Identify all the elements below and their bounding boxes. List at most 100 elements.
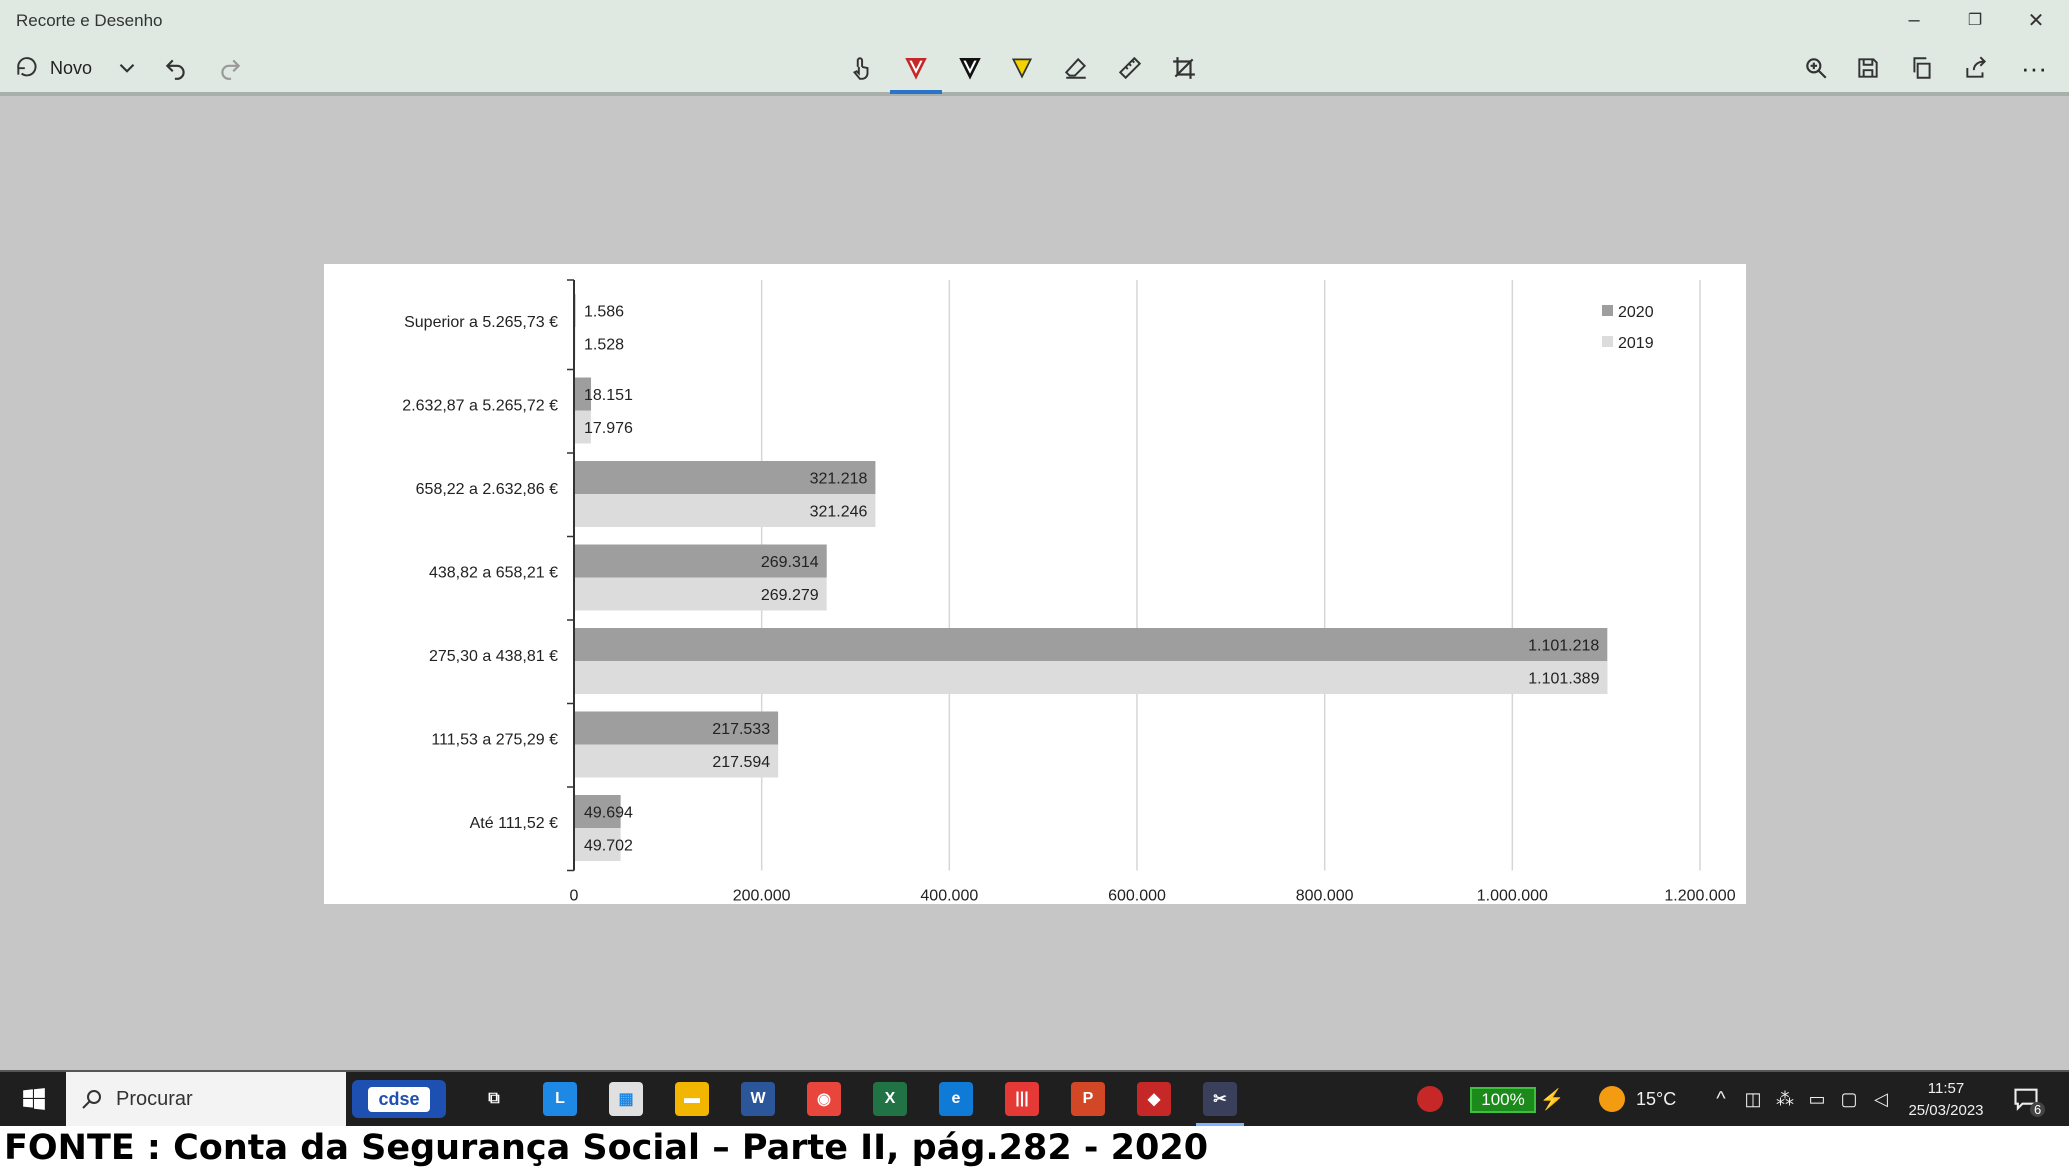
new-button[interactable]: Novo (14, 40, 104, 96)
bar-value-label-2019: 321.246 (810, 504, 868, 521)
chevron-down-icon[interactable] (112, 40, 142, 96)
ruler-icon[interactable] (1110, 40, 1150, 96)
legend-label-2019: 2019 (1618, 335, 1654, 352)
edge-taskbar-button[interactable]: e (928, 1072, 984, 1126)
bar-value-label-2020: 18.151 (584, 387, 633, 404)
category-label: 275,30 a 438,81 € (429, 648, 558, 665)
network-nodes-icon[interactable]: ⁂ (1770, 1072, 1800, 1126)
task-view-icon: ⧉ (477, 1082, 511, 1116)
edge-icon: e (939, 1082, 973, 1116)
source-caption: FONTE : Conta da Segurança Social – Part… (4, 1128, 1209, 1168)
l-app-taskbar-button[interactable]: L (532, 1072, 588, 1126)
meet-icon[interactable]: ◫ (1738, 1072, 1768, 1126)
powerpoint-icon: P (1071, 1082, 1105, 1116)
category-label: 2.632,87 a 5.265,72 € (402, 398, 558, 415)
snip-sketch-icon: ✂ (1203, 1082, 1237, 1116)
captured-image: 0 200.000 400.000 600.000 800.000 1.000.000 1.… (324, 264, 1746, 904)
windows-icon (23, 1088, 45, 1110)
category-label: 111,53 a 275,29 € (431, 732, 558, 749)
clock-time[interactable]: 11:57 (1896, 1080, 1996, 1097)
save-icon[interactable] (1848, 40, 1888, 96)
pencil-icon[interactable] (950, 40, 990, 96)
notifications-icon[interactable]: 6 (2004, 1072, 2048, 1126)
category-label: Superior a 5.265,73 € (404, 314, 558, 331)
red-tray-app-icon[interactable] (1410, 1072, 1450, 1126)
file-explorer-icon: ▬ (675, 1082, 709, 1116)
weather-sun-icon[interactable] (1592, 1072, 1632, 1126)
title-bar: Recorte e Desenho – ❐ ✕ (0, 0, 2069, 40)
task-view-taskbar-button[interactable]: ⧉ (466, 1072, 522, 1126)
powerpoint-taskbar-button[interactable]: P (1060, 1072, 1116, 1126)
excel-taskbar-button[interactable]: X (862, 1072, 918, 1126)
x-tick-label: 800.000 (1296, 888, 1354, 905)
store-taskbar-button[interactable]: ▦ (598, 1072, 654, 1126)
more-options-icon[interactable]: ··· (2012, 40, 2056, 96)
undo-icon[interactable] (158, 40, 194, 96)
taskbar: Procurar cdse ⧉ L ▦ ▬ W ◉ Xe ||| P ◆ ✂ 100% ⚡ 15°C… (0, 1070, 2069, 1126)
word-icon: W (741, 1082, 775, 1116)
new-button-label: Novo (50, 57, 93, 78)
speaker-icon[interactable]: ◁ (1866, 1072, 1896, 1126)
category-label: 658,22 a 2.632,86 € (416, 481, 558, 498)
bar-value-label-2019: 1.528 (584, 337, 624, 354)
copy-icon[interactable] (1902, 40, 1942, 96)
bar-value-label-2019: 49.702 (584, 838, 633, 855)
red-cube-app-taskbar-button[interactable]: ◆ (1126, 1072, 1182, 1126)
x-tick-label: 1.200.000 (1664, 888, 1735, 905)
new-snip-icon (14, 53, 40, 84)
bar-value-label-2019: 217.594 (712, 754, 770, 771)
redo-icon[interactable] (212, 40, 248, 96)
store-icon: ▦ (609, 1082, 643, 1116)
red-app-taskbar-button[interactable]: ||| (994, 1072, 1050, 1126)
bar-value-label-2020: 49.694 (584, 805, 633, 822)
minimize-button[interactable]: – (1884, 0, 1944, 40)
category-label: 438,82 a 658,21 € (429, 565, 558, 582)
excel-icon: X (873, 1082, 907, 1116)
taskbar-search[interactable]: Procurar (66, 1072, 346, 1126)
legend-label-2020: 2020 (1618, 304, 1654, 321)
chrome-taskbar-button[interactable]: ◉ (796, 1072, 852, 1126)
cdse-badge[interactable]: cdse (352, 1080, 446, 1118)
chevron-up-icon[interactable]: ^ (1706, 1072, 1736, 1126)
file-explorer-taskbar-button[interactable]: ▬ (664, 1072, 720, 1126)
ballpoint-pen-icon[interactable] (896, 40, 936, 96)
highlighter-icon[interactable] (1002, 40, 1042, 96)
eraser-icon[interactable] (1056, 40, 1096, 96)
battery-indicator[interactable]: 100% (1470, 1087, 1536, 1113)
clock-date[interactable]: 25/03/2023 (1896, 1102, 1996, 1119)
cdse-label: cdse (368, 1086, 430, 1112)
crop-icon[interactable] (1164, 40, 1204, 96)
category-label: Até 111,52 € (470, 815, 558, 832)
display-icon[interactable]: ▢ (1834, 1072, 1864, 1126)
temperature[interactable]: 15°C (1636, 1089, 1676, 1110)
red-app-icon: ||| (1005, 1082, 1039, 1116)
toolbar: Novo ··· (0, 40, 2069, 96)
search-placeholder: Procurar (116, 1087, 193, 1110)
close-button[interactable]: ✕ (2006, 0, 2066, 40)
bar-value-label-2019: 269.279 (761, 587, 819, 604)
snip-sketch-taskbar-button[interactable]: ✂ (1192, 1072, 1248, 1126)
bar-value-label-2020: 321.218 (810, 471, 868, 488)
bar-2020 (574, 628, 1608, 661)
chrome-icon: ◉ (807, 1082, 841, 1116)
bar-value-label-2020: 1.586 (584, 304, 624, 321)
battery-icon[interactable]: ▭ (1802, 1072, 1832, 1126)
maximize-button[interactable]: ❐ (1945, 0, 2005, 40)
bar-value-label-2020: 1.101.218 (1528, 638, 1599, 655)
zoom-icon[interactable] (1796, 40, 1836, 96)
word-taskbar-button[interactable]: W (730, 1072, 786, 1126)
active-app-indicator (1196, 1123, 1244, 1126)
bar-value-label-2019: 17.976 (584, 420, 633, 437)
red-cube-app-icon: ◆ (1137, 1082, 1171, 1116)
selected-tool-indicator (890, 90, 942, 94)
start-button[interactable] (10, 1072, 58, 1126)
bar-chart: 0 200.000 400.000 600.000 800.000 1.000.000 1.… (402, 279, 1736, 905)
notifications-count: 6 (2030, 1102, 2046, 1117)
search-icon (82, 1090, 101, 1109)
x-tick-label: 400.000 (920, 888, 978, 905)
legend-swatch-2020 (1602, 305, 1613, 316)
share-icon[interactable] (1956, 40, 1996, 96)
legend-swatch-2019 (1602, 336, 1613, 347)
x-tick-label: 1.000.000 (1477, 888, 1548, 905)
touch-writing-icon[interactable] (842, 40, 880, 96)
